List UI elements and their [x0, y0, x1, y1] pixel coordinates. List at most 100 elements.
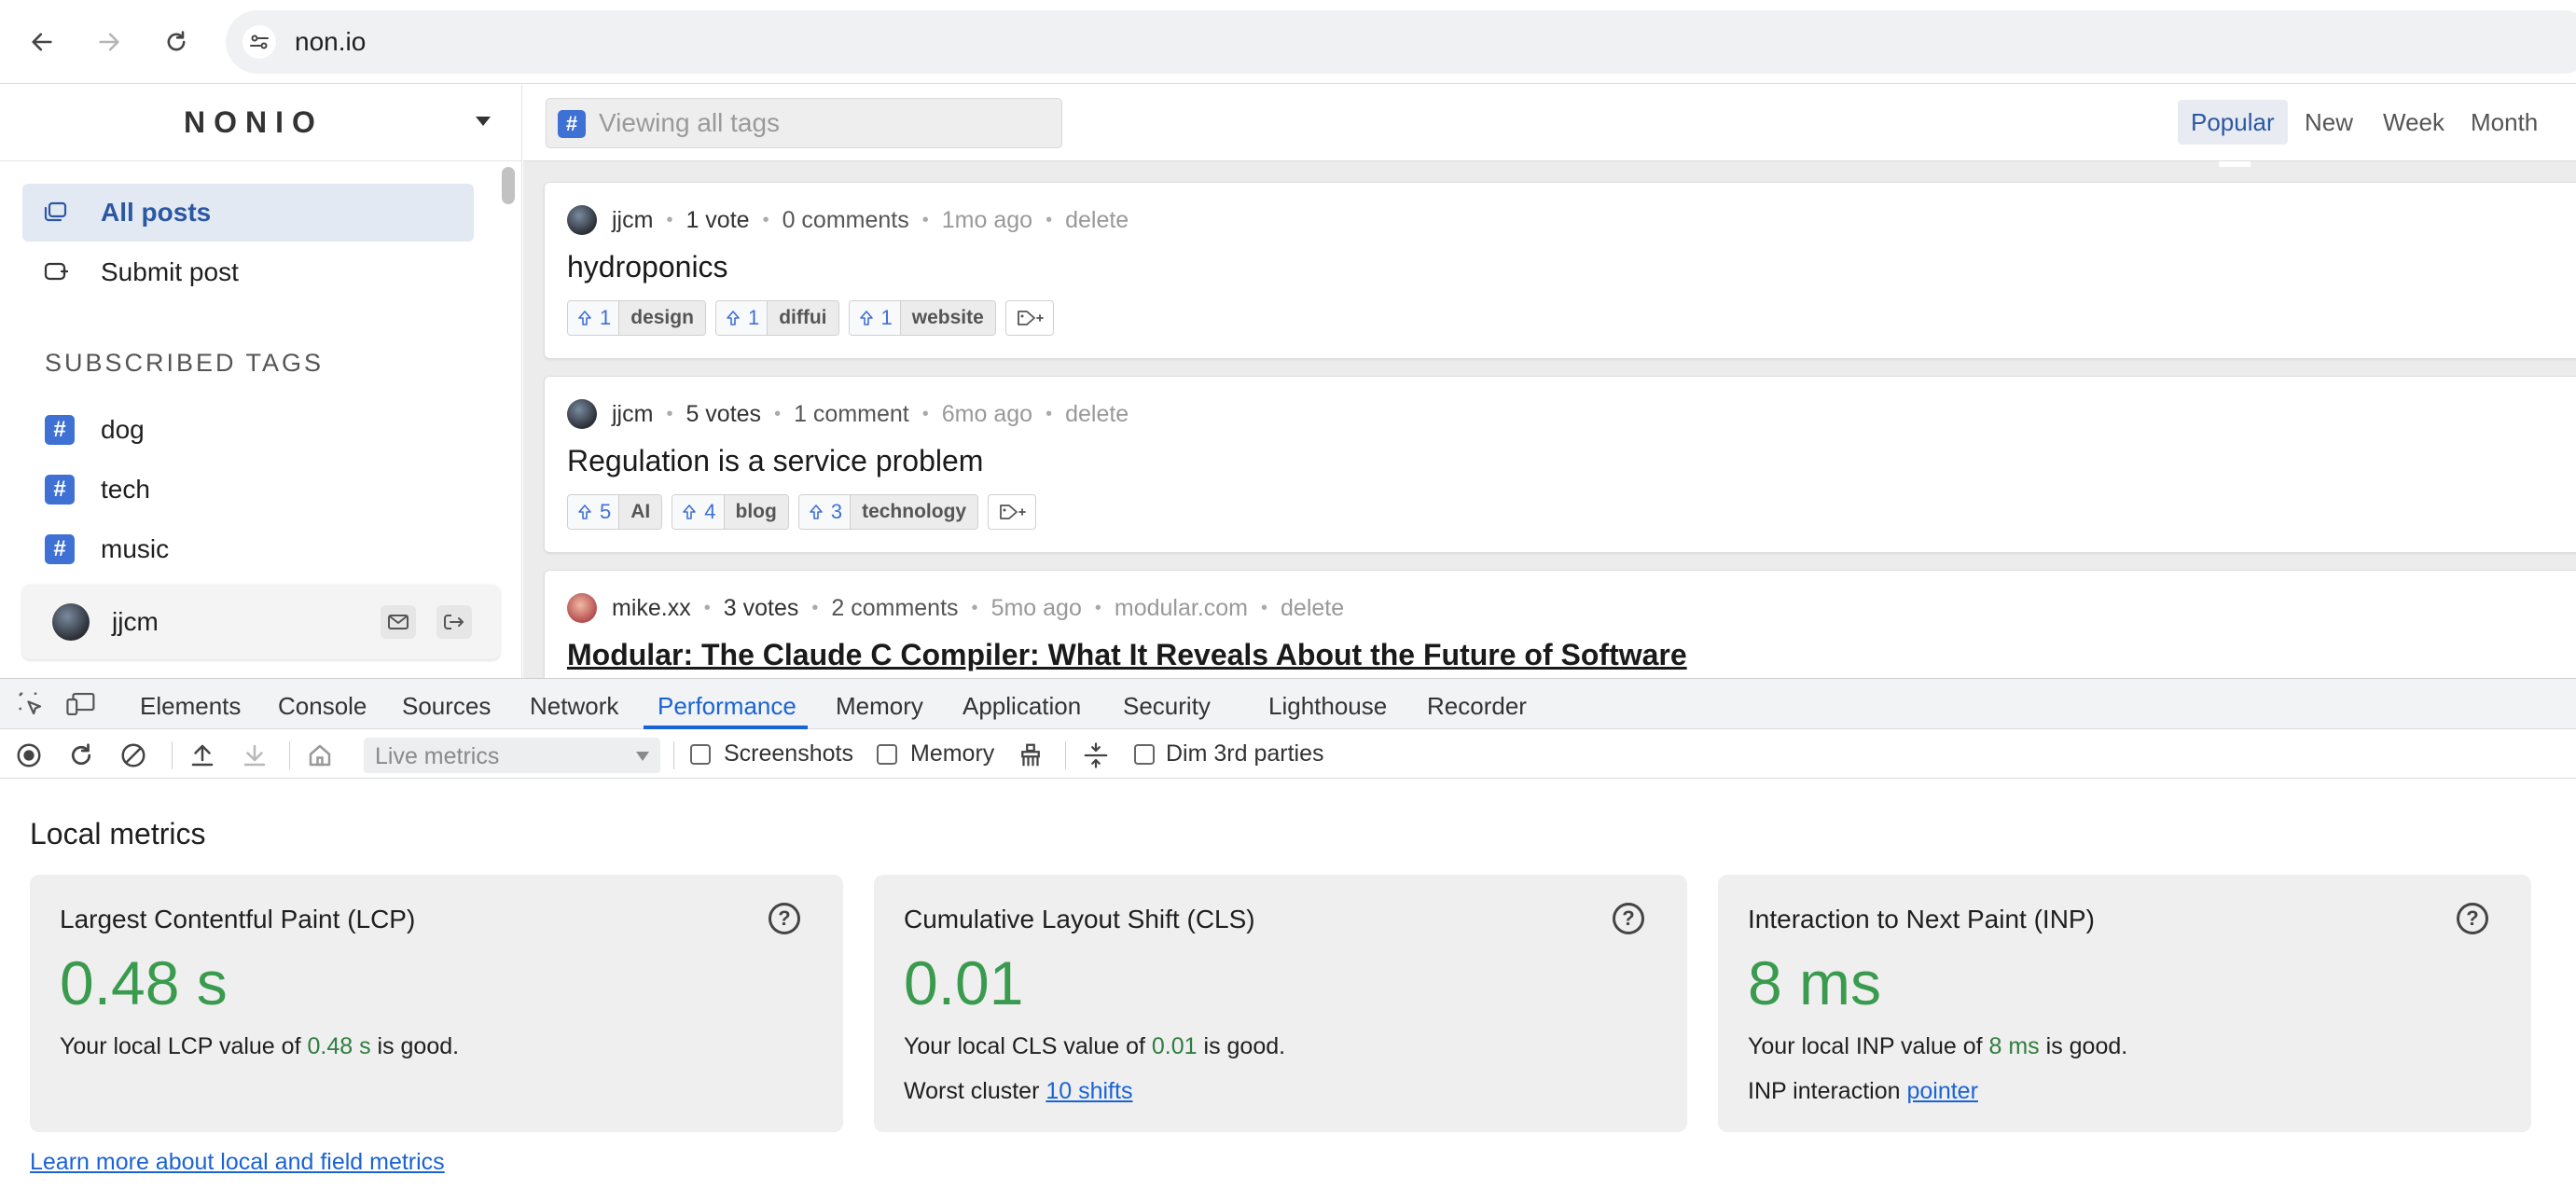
tab-memory[interactable]: Memory: [836, 692, 923, 721]
brand-row[interactable]: NONIO: [0, 85, 522, 161]
post-comments[interactable]: 2 comments: [831, 595, 958, 622]
screenshots-label[interactable]: Screenshots: [724, 740, 853, 767]
post-title[interactable]: Regulation is a service problem: [567, 444, 983, 478]
username[interactable]: jjcm: [112, 607, 159, 637]
post-card[interactable]: jjcm • 1 vote • 0 comments • 1mo ago • d…: [544, 182, 2576, 359]
tag-label: dog: [101, 415, 145, 444]
post-title[interactable]: hydroponics: [567, 250, 728, 284]
url-text[interactable]: non.io: [295, 27, 366, 57]
post-author[interactable]: mike.xx: [612, 595, 691, 622]
live-metrics-value: Live metrics: [375, 743, 500, 769]
tab-lighthouse[interactable]: Lighthouse: [1268, 692, 1387, 721]
logout-button[interactable]: [436, 605, 472, 639]
avatar[interactable]: [52, 603, 90, 641]
tab-console[interactable]: Console: [278, 692, 367, 721]
screenshots-checkbox[interactable]: [690, 744, 711, 765]
tag-name[interactable]: AI: [619, 495, 662, 529]
record-icon[interactable]: [15, 741, 43, 769]
tag-upvote[interactable]: 3: [798, 495, 852, 529]
post-comments[interactable]: 1 comment: [794, 401, 909, 428]
tag-name[interactable]: technology: [851, 495, 978, 529]
garbage-collect-icon[interactable]: [1017, 741, 1045, 769]
tab-security[interactable]: Security: [1123, 692, 1211, 721]
tag-chip[interactable]: 3 technology: [797, 494, 979, 530]
memory-label[interactable]: Memory: [910, 740, 994, 767]
tab-network[interactable]: Network: [530, 692, 618, 721]
tag-search-input[interactable]: [599, 106, 1046, 140]
tab-sources[interactable]: Sources: [402, 692, 491, 721]
post-domain[interactable]: modular.com: [1115, 595, 1248, 622]
inp-interaction-link[interactable]: pointer: [1906, 1078, 1977, 1104]
tag-chip[interactable]: 4 blog: [672, 494, 789, 530]
sidebar-tag-dog[interactable]: # dog: [45, 408, 474, 454]
post-age: 5mo ago: [990, 594, 1082, 621]
sort-tab-month[interactable]: Month: [2458, 100, 2551, 145]
avatar[interactable]: [567, 205, 597, 235]
help-icon[interactable]: ?: [1613, 903, 1644, 934]
sidebar-item-all-posts[interactable]: All posts: [22, 184, 474, 242]
tag-upvote[interactable]: 1: [568, 301, 620, 335]
tab-elements[interactable]: Elements: [140, 692, 241, 721]
tag-name[interactable]: design: [619, 301, 705, 335]
sidebar-tag-tech[interactable]: # tech: [45, 467, 474, 514]
address-bar[interactable]: non.io: [226, 10, 2576, 74]
post-author[interactable]: jjcm: [612, 207, 653, 234]
tag-upvote[interactable]: 1: [715, 301, 769, 335]
learn-more-link[interactable]: Learn more about local and field metrics: [30, 1149, 445, 1176]
sidebar-item-submit-post[interactable]: Submit post: [22, 243, 474, 301]
live-metrics-select[interactable]: Live metrics: [364, 738, 660, 773]
tag-upvote[interactable]: 4: [672, 495, 725, 529]
upload-icon[interactable]: [188, 741, 216, 769]
dim-3rd-parties-label[interactable]: Dim 3rd parties: [1166, 740, 1324, 767]
delete-link[interactable]: delete: [1281, 595, 1344, 622]
delete-link[interactable]: delete: [1065, 207, 1129, 234]
reload-record-icon[interactable]: [67, 741, 95, 769]
tab-performance[interactable]: Performance: [658, 692, 796, 721]
sort-tab-week[interactable]: Week: [2370, 100, 2458, 145]
memory-checkbox[interactable]: [877, 744, 897, 765]
inspect-element-icon[interactable]: [17, 690, 45, 718]
tab-application[interactable]: Application: [963, 692, 1081, 721]
back-button[interactable]: [21, 21, 63, 63]
tag-chip[interactable]: 1 diffui: [714, 300, 839, 336]
delete-link[interactable]: delete: [1065, 401, 1129, 428]
help-icon[interactable]: ?: [769, 903, 800, 934]
tag-name[interactable]: blog: [724, 495, 788, 529]
chevron-down-icon[interactable]: [476, 117, 491, 126]
forward-button[interactable]: [88, 21, 131, 63]
post-author[interactable]: jjcm: [612, 401, 653, 428]
reload-button[interactable]: [155, 21, 198, 63]
collapse-icon[interactable]: [1082, 741, 1110, 769]
sort-tab-new[interactable]: New: [2292, 100, 2366, 145]
tag-search[interactable]: #: [546, 98, 1062, 148]
avatar[interactable]: [567, 399, 597, 429]
clear-icon[interactable]: [119, 741, 147, 769]
home-icon[interactable]: [306, 741, 334, 769]
tag-name[interactable]: diffui: [768, 301, 838, 335]
add-tag-button[interactable]: [988, 494, 1037, 530]
add-tag-button[interactable]: [1004, 300, 1054, 336]
brand-logo[interactable]: NONIO: [184, 105, 324, 140]
post-card[interactable]: mike.xx • 3 votes • 2 comments • 5mo ago…: [544, 570, 2576, 678]
download-icon[interactable]: [241, 741, 269, 769]
post-comments[interactable]: 0 comments: [782, 207, 909, 234]
tab-recorder[interactable]: Recorder: [1427, 692, 1527, 721]
tag-chip[interactable]: 1 design: [567, 300, 706, 336]
tag-name[interactable]: website: [900, 301, 995, 335]
dim-3rd-parties-checkbox[interactable]: [1134, 744, 1155, 765]
tag-upvote[interactable]: 1: [849, 301, 901, 335]
worst-cluster-link[interactable]: 10 shifts: [1046, 1078, 1132, 1104]
sort-tab-popular[interactable]: Popular: [2178, 100, 2288, 145]
sidebar-scrollbar[interactable]: [502, 167, 515, 204]
site-settings-icon[interactable]: [242, 25, 276, 59]
device-toolbar-icon[interactable]: [65, 690, 97, 718]
tag-chip[interactable]: 5 AI: [567, 494, 663, 530]
post-title-link[interactable]: Modular: The Claude C Compiler: What It …: [567, 638, 1687, 672]
tag-upvote[interactable]: 5: [568, 495, 620, 529]
help-icon[interactable]: ?: [2457, 903, 2488, 934]
tag-chip[interactable]: 1 website: [848, 300, 996, 336]
avatar[interactable]: [567, 593, 597, 623]
messages-button[interactable]: [381, 605, 416, 639]
post-card[interactable]: jjcm • 5 votes • 1 comment • 6mo ago • d…: [544, 376, 2576, 553]
sidebar-tag-music[interactable]: # music: [45, 527, 474, 574]
